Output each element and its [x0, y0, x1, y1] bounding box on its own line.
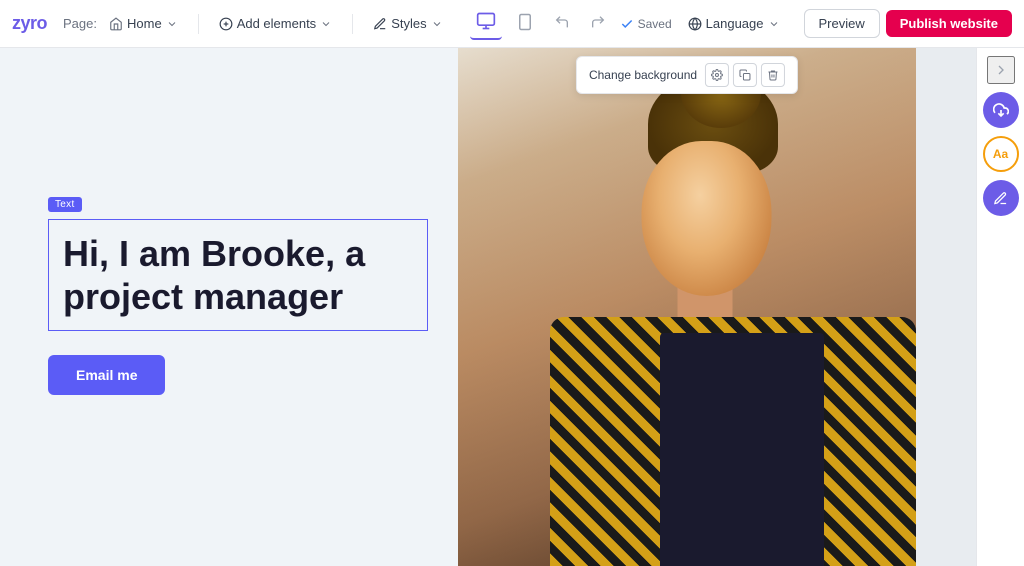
- edit-btn[interactable]: [983, 180, 1019, 216]
- shirt-shape: [660, 333, 825, 566]
- publish-btn[interactable]: Publish website: [886, 10, 1012, 37]
- chevron-down-icon-4: [768, 18, 780, 30]
- undo-icon: [554, 14, 570, 30]
- main-area: Text Hi, I am Brooke, a project manager …: [0, 48, 1024, 566]
- add-elements-btn[interactable]: Add elements: [211, 12, 341, 35]
- topbar: zyro Page: Home Add elements Styles: [0, 0, 1024, 48]
- font-settings-btn[interactable]: Aa: [983, 136, 1019, 172]
- monitor-icon: [476, 11, 496, 31]
- redo-btn[interactable]: [584, 10, 612, 37]
- chevron-down-icon-2: [320, 18, 332, 30]
- desktop-view-btn[interactable]: [470, 7, 502, 40]
- mobile-view-btn[interactable]: [510, 9, 540, 38]
- home-page-btn[interactable]: Home: [101, 12, 186, 35]
- styles-btn[interactable]: Styles: [365, 12, 450, 35]
- brush-icon: [373, 17, 387, 31]
- canvas[interactable]: Text Hi, I am Brooke, a project manager …: [0, 48, 976, 566]
- check-icon: [620, 17, 634, 31]
- home-icon: [109, 17, 123, 31]
- gear-icon: [711, 69, 723, 81]
- duplicate-icon-btn[interactable]: [733, 63, 757, 87]
- page-label: Page:: [63, 16, 97, 31]
- download-icon-btn[interactable]: [983, 92, 1019, 128]
- chevron-down-icon-3: [431, 18, 443, 30]
- chevron-down-icon: [166, 18, 178, 30]
- page-section: Page: Home: [63, 12, 186, 35]
- right-sidebar: Aa: [976, 48, 1024, 566]
- tooltip-icon-group: [705, 63, 785, 87]
- divider-1: [198, 14, 199, 34]
- topbar-right: Preview Publish website: [804, 9, 1013, 38]
- settings-icon-btn[interactable]: [705, 63, 729, 87]
- duplicate-icon: [739, 69, 751, 81]
- email-cta-btn[interactable]: Email me: [48, 355, 165, 395]
- heading-text[interactable]: Hi, I am Brooke, a project manager: [48, 219, 428, 331]
- download-icon: [993, 102, 1009, 118]
- divider-2: [352, 14, 353, 34]
- font-icon-label: Aa: [993, 147, 1008, 161]
- pencil-icon: [993, 191, 1008, 206]
- plus-icon: [219, 17, 233, 31]
- site-preview: Text Hi, I am Brooke, a project manager …: [0, 48, 916, 566]
- mobile-icon: [516, 13, 534, 31]
- preview-btn[interactable]: Preview: [804, 9, 880, 38]
- site-right: Change background: [458, 48, 916, 566]
- text-badge: Text: [48, 197, 82, 212]
- delete-icon-btn[interactable]: [761, 63, 785, 87]
- language-btn[interactable]: Language: [680, 12, 788, 35]
- undo-btn[interactable]: [548, 10, 576, 37]
- topbar-center: Saved Language: [470, 7, 788, 40]
- expand-sidebar-btn[interactable]: [987, 56, 1015, 84]
- trash-icon: [767, 69, 779, 81]
- chevron-right-icon: [993, 62, 1009, 78]
- text-element-wrapper: Text Hi, I am Brooke, a project manager: [48, 219, 410, 331]
- globe-icon: [688, 17, 702, 31]
- site-left: Text Hi, I am Brooke, a project manager …: [0, 48, 458, 566]
- logo: zyro: [12, 13, 47, 34]
- change-bg-label: Change background: [589, 68, 697, 82]
- redo-icon: [590, 14, 606, 30]
- face-shape: [642, 141, 772, 296]
- change-bg-tooltip: Change background: [576, 56, 798, 94]
- saved-badge: Saved: [620, 17, 672, 31]
